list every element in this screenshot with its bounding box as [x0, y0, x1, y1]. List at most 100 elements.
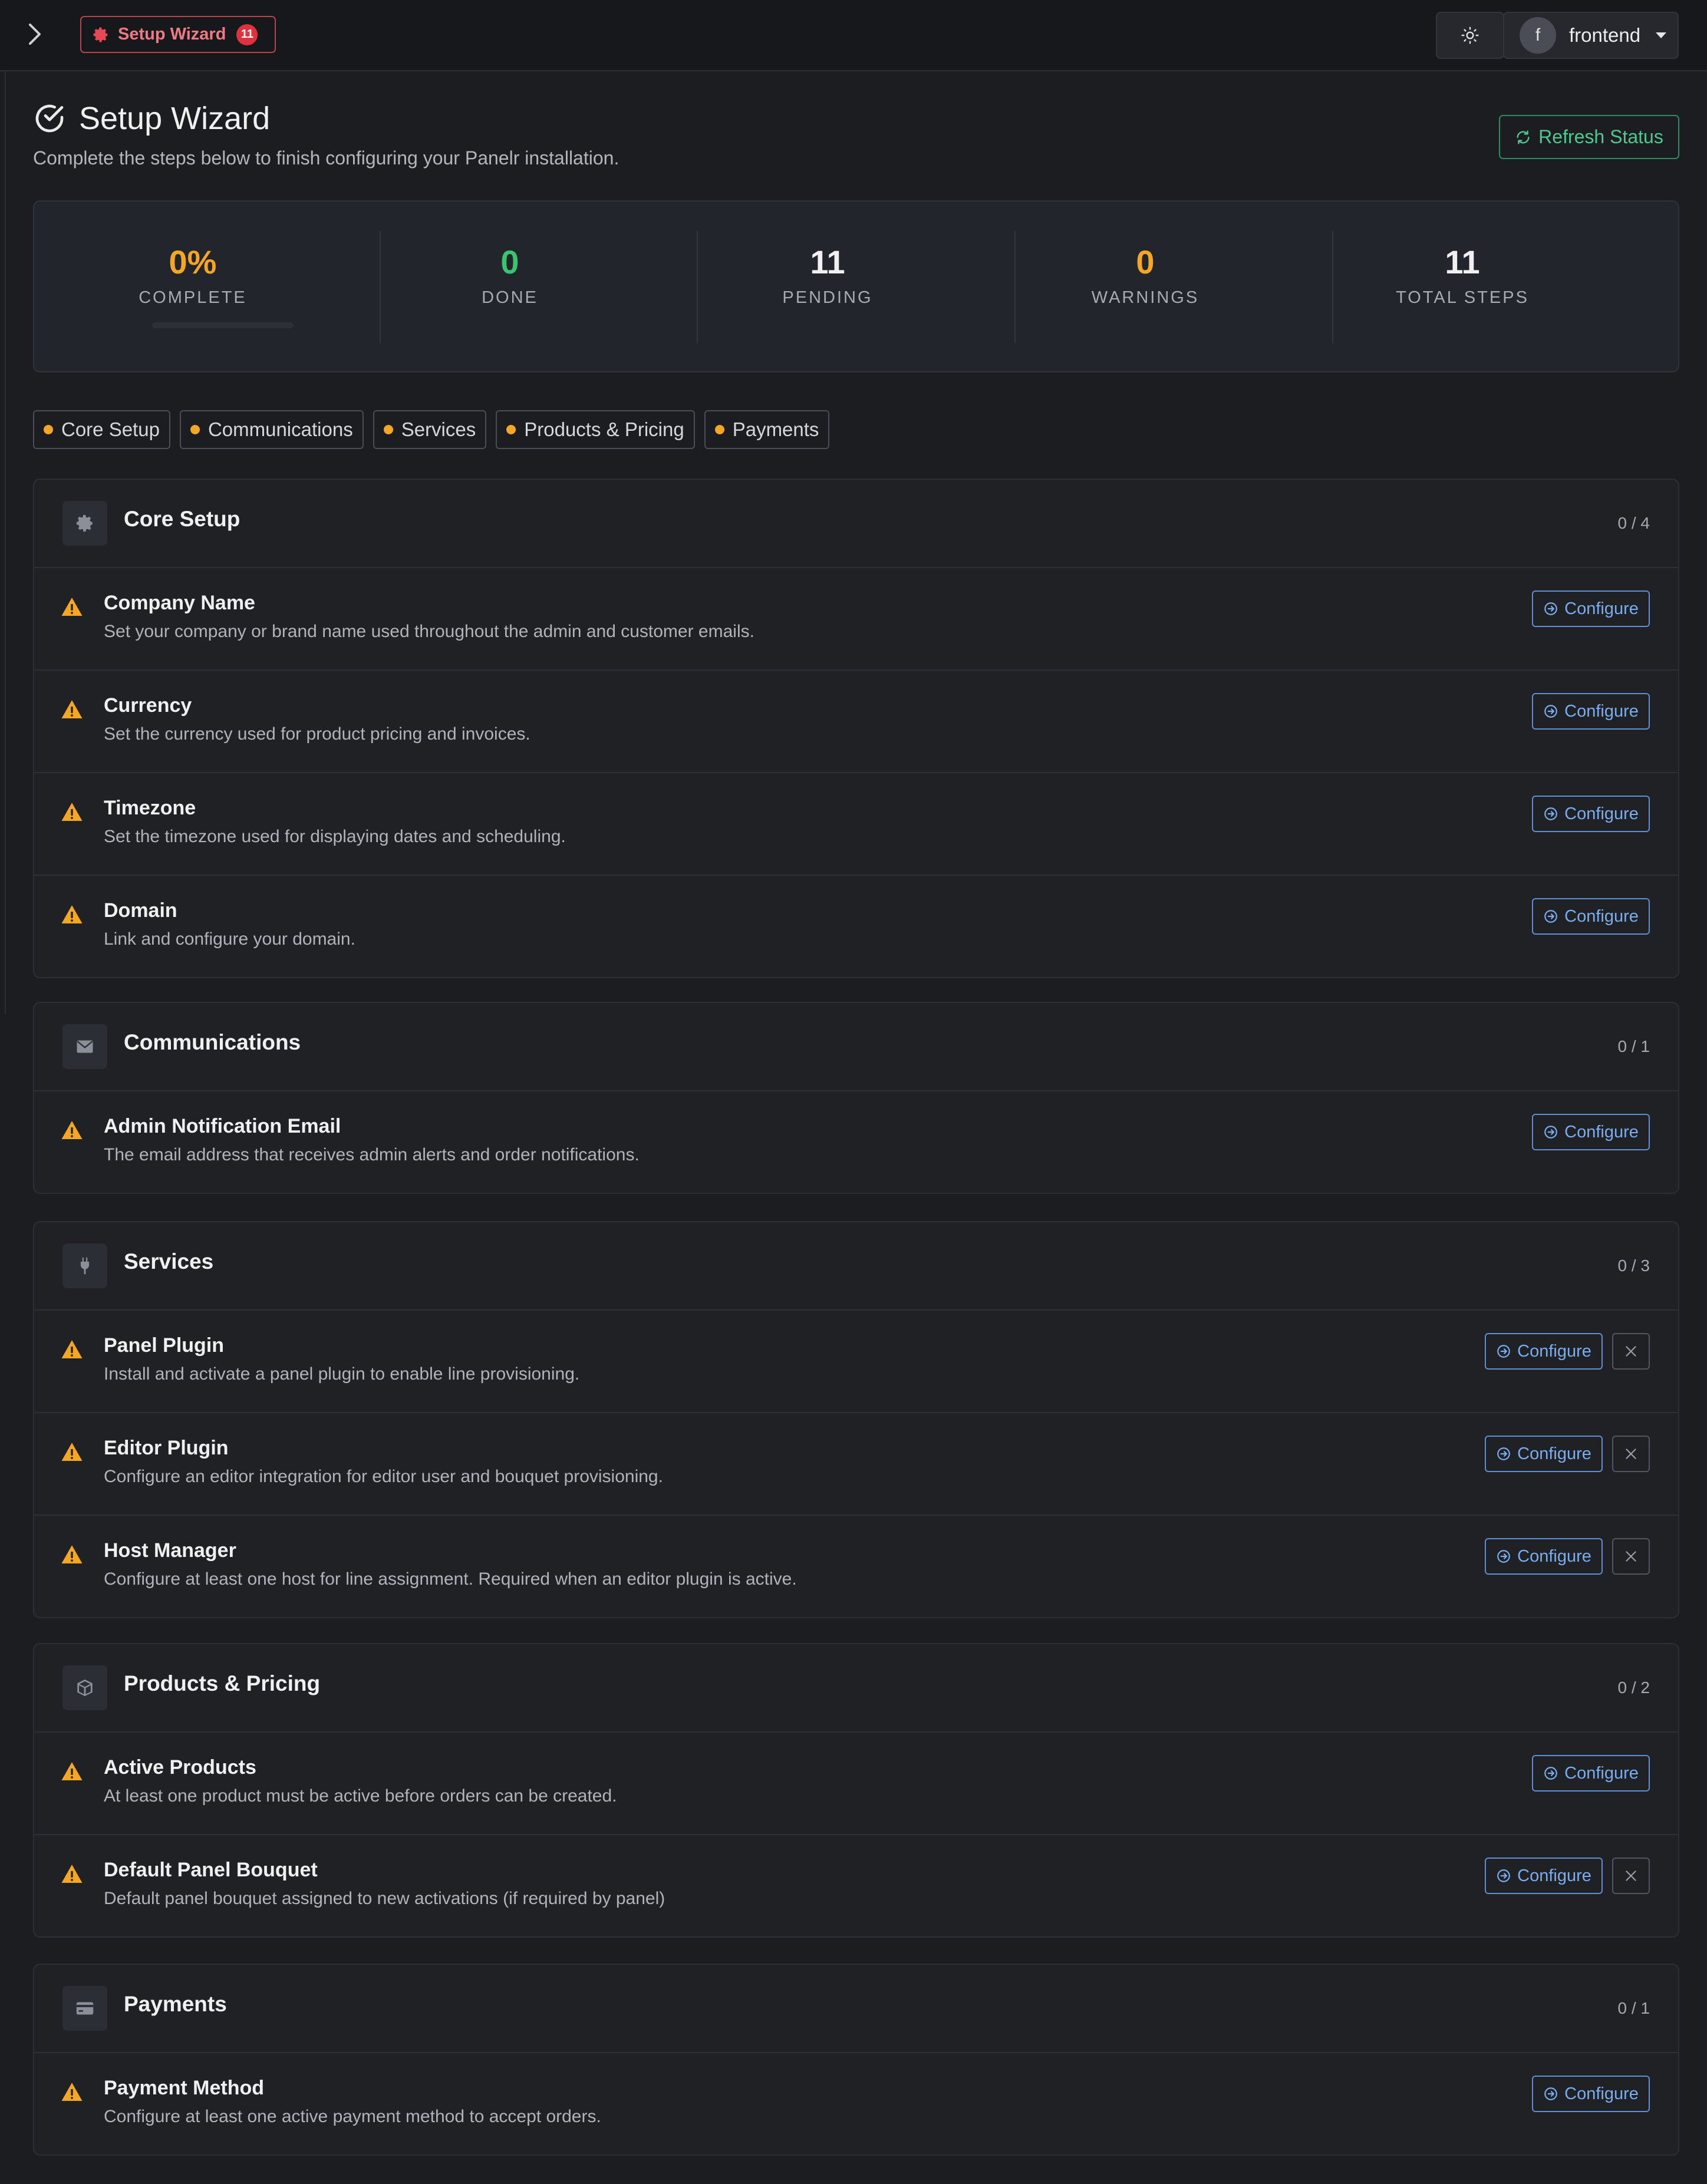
- step-row-panel-plugin: Panel Plugin Install and activate a panel…: [34, 1311, 1678, 1413]
- step-title: Default Panel Bouquet: [104, 1859, 318, 1881]
- configure-label: Configure: [1517, 1444, 1591, 1463]
- section-title: Products & Pricing: [124, 1671, 321, 1695]
- tab-payments[interactable]: Payments: [704, 410, 830, 449]
- sidebar-edge: [0, 71, 6, 1014]
- box-icon: [62, 1665, 107, 1710]
- warning-icon: [60, 903, 84, 929]
- configure-button[interactable]: Configure: [1532, 898, 1650, 935]
- section-title: Services: [124, 1249, 214, 1274]
- gear-icon: [93, 27, 108, 42]
- step-description: Default panel bouquet assigned to new ac…: [104, 1889, 665, 1908]
- arrow-circle-right-icon: [1543, 909, 1558, 924]
- close-icon: [1623, 1549, 1639, 1564]
- section-card-communications: Communications 0 / 1 Admin Notification Em…: [33, 1002, 1679, 1194]
- close-icon: [1623, 1868, 1639, 1883]
- configure-button[interactable]: Configure: [1485, 1858, 1603, 1894]
- step-title: Admin Notification Email: [104, 1115, 341, 1137]
- refresh-status-label: Refresh Status: [1538, 126, 1663, 147]
- configure-label: Configure: [1564, 2084, 1639, 2103]
- step-description: Set the currency used for product pricin…: [104, 724, 530, 744]
- configure-label: Configure: [1517, 1341, 1591, 1361]
- configure-button[interactable]: Configure: [1532, 590, 1650, 627]
- stat-total-steps: 11 TOTAL STEPS: [1304, 202, 1621, 372]
- section-header: Services 0 / 3: [34, 1222, 1678, 1311]
- theme-toggle-button[interactable]: [1436, 12, 1504, 59]
- tab-core-setup[interactable]: Core Setup: [33, 410, 170, 449]
- section-tabs: Core Setup Communications Services Produ…: [33, 410, 830, 449]
- setup-wizard-chip-label: Setup Wizard: [118, 25, 226, 44]
- tab-communications[interactable]: Communications: [179, 410, 364, 449]
- warning-icon: [60, 2080, 84, 2107]
- arrow-circle-right-icon: [1496, 1344, 1511, 1359]
- tab-label: Communications: [207, 418, 353, 440]
- section-card-core-setup: Core Setup 0 / 4 Company Name Set your comp…: [33, 479, 1679, 978]
- step-title: Company Name: [104, 592, 255, 614]
- stat-done-value: 0: [500, 243, 519, 281]
- pending-count-badge: 11: [236, 24, 258, 45]
- page-title: Setup Wizard: [79, 101, 271, 136]
- configure-label: Configure: [1564, 1122, 1639, 1142]
- section-header: Products & Pricing 0 / 2: [34, 1644, 1678, 1733]
- configure-label: Configure: [1564, 599, 1639, 618]
- configure-button[interactable]: Configure: [1485, 1333, 1603, 1370]
- tab-label: Payments: [732, 418, 819, 440]
- section-card-payments: Payments 0 / 1 Payment Method Configure at …: [33, 1964, 1679, 2156]
- configure-label: Configure: [1564, 906, 1639, 926]
- status-dot: [506, 425, 516, 434]
- sidebar-toggle-button[interactable]: [18, 17, 51, 52]
- step-title: Active Products: [104, 1756, 256, 1779]
- configure-button[interactable]: Configure: [1532, 1114, 1650, 1150]
- status-dot: [383, 425, 393, 434]
- arrow-circle-right-icon: [1543, 704, 1558, 719]
- completion-progress-bar: [152, 322, 294, 328]
- configure-label: Configure: [1564, 701, 1639, 721]
- step-title: Timezone: [104, 797, 196, 819]
- step-row-timezone: Timezone Set the timezone used for displa…: [34, 773, 1678, 876]
- configure-button[interactable]: Configure: [1532, 796, 1650, 832]
- dismiss-button[interactable]: [1612, 1538, 1650, 1575]
- configure-button[interactable]: Configure: [1485, 1538, 1603, 1575]
- step-description: Configure at least one host for line ass…: [104, 1569, 797, 1589]
- section-header: Communications 0 / 1: [34, 1003, 1678, 1091]
- step-row-domain: Domain Link and configure your domain. Con…: [34, 876, 1678, 977]
- configure-button[interactable]: Configure: [1532, 2076, 1650, 2112]
- warning-icon: [60, 1862, 84, 1889]
- configure-button[interactable]: Configure: [1485, 1436, 1603, 1472]
- tab-label: Products & Pricing: [524, 418, 684, 440]
- step-title: Currency: [104, 694, 192, 717]
- step-title: Panel Plugin: [104, 1334, 225, 1357]
- check-circle-icon: [35, 104, 64, 133]
- tab-label: Core Setup: [61, 418, 160, 440]
- avatar: f: [1520, 17, 1556, 54]
- step-row-admin-notification-email: Admin Notification Email The email addres…: [34, 1091, 1678, 1193]
- stat-total-label: TOTAL STEPS: [1396, 288, 1529, 307]
- status-dot: [714, 425, 724, 434]
- user-menu-button[interactable]: f frontend: [1503, 12, 1679, 59]
- step-row-active-products: Active Products At least one product must…: [34, 1733, 1678, 1835]
- user-name: frontend: [1569, 24, 1641, 46]
- dismiss-button[interactable]: [1612, 1436, 1650, 1472]
- arrow-circle-right-icon: [1543, 601, 1558, 616]
- configure-label: Configure: [1517, 1546, 1591, 1566]
- configure-button[interactable]: Configure: [1532, 693, 1650, 730]
- section-progress-count: 0 / 4: [1617, 514, 1650, 532]
- refresh-icon: [1517, 130, 1530, 144]
- dismiss-button[interactable]: [1612, 1333, 1650, 1370]
- stat-complete: 0% COMPLETE: [34, 202, 351, 372]
- arrow-circle-right-icon: [1496, 1868, 1511, 1883]
- sun-icon: [1461, 27, 1479, 44]
- dismiss-button[interactable]: [1612, 1858, 1650, 1894]
- tab-services[interactable]: Services: [373, 410, 487, 449]
- step-description: Configure an editor integration for edit…: [104, 1467, 663, 1486]
- configure-button[interactable]: Configure: [1532, 1755, 1650, 1792]
- section-header: Payments 0 / 1: [34, 1965, 1678, 2053]
- warning-icon: [60, 1543, 84, 1569]
- status-dot: [44, 425, 53, 434]
- section-card-services: Services 0 / 3 Panel Plugin Install and act…: [33, 1221, 1679, 1618]
- section-card-products-and-pricing: Products & Pricing 0 / 2 Active Products At…: [33, 1643, 1679, 1938]
- stat-pending-label: PENDING: [782, 288, 873, 307]
- setup-wizard-chip[interactable]: Setup Wizard 11: [80, 16, 276, 53]
- refresh-status-button[interactable]: Refresh Status: [1499, 115, 1679, 159]
- tab-products-pricing[interactable]: Products & Pricing: [496, 410, 695, 449]
- step-description: The email address that receives admin al…: [104, 1145, 640, 1164]
